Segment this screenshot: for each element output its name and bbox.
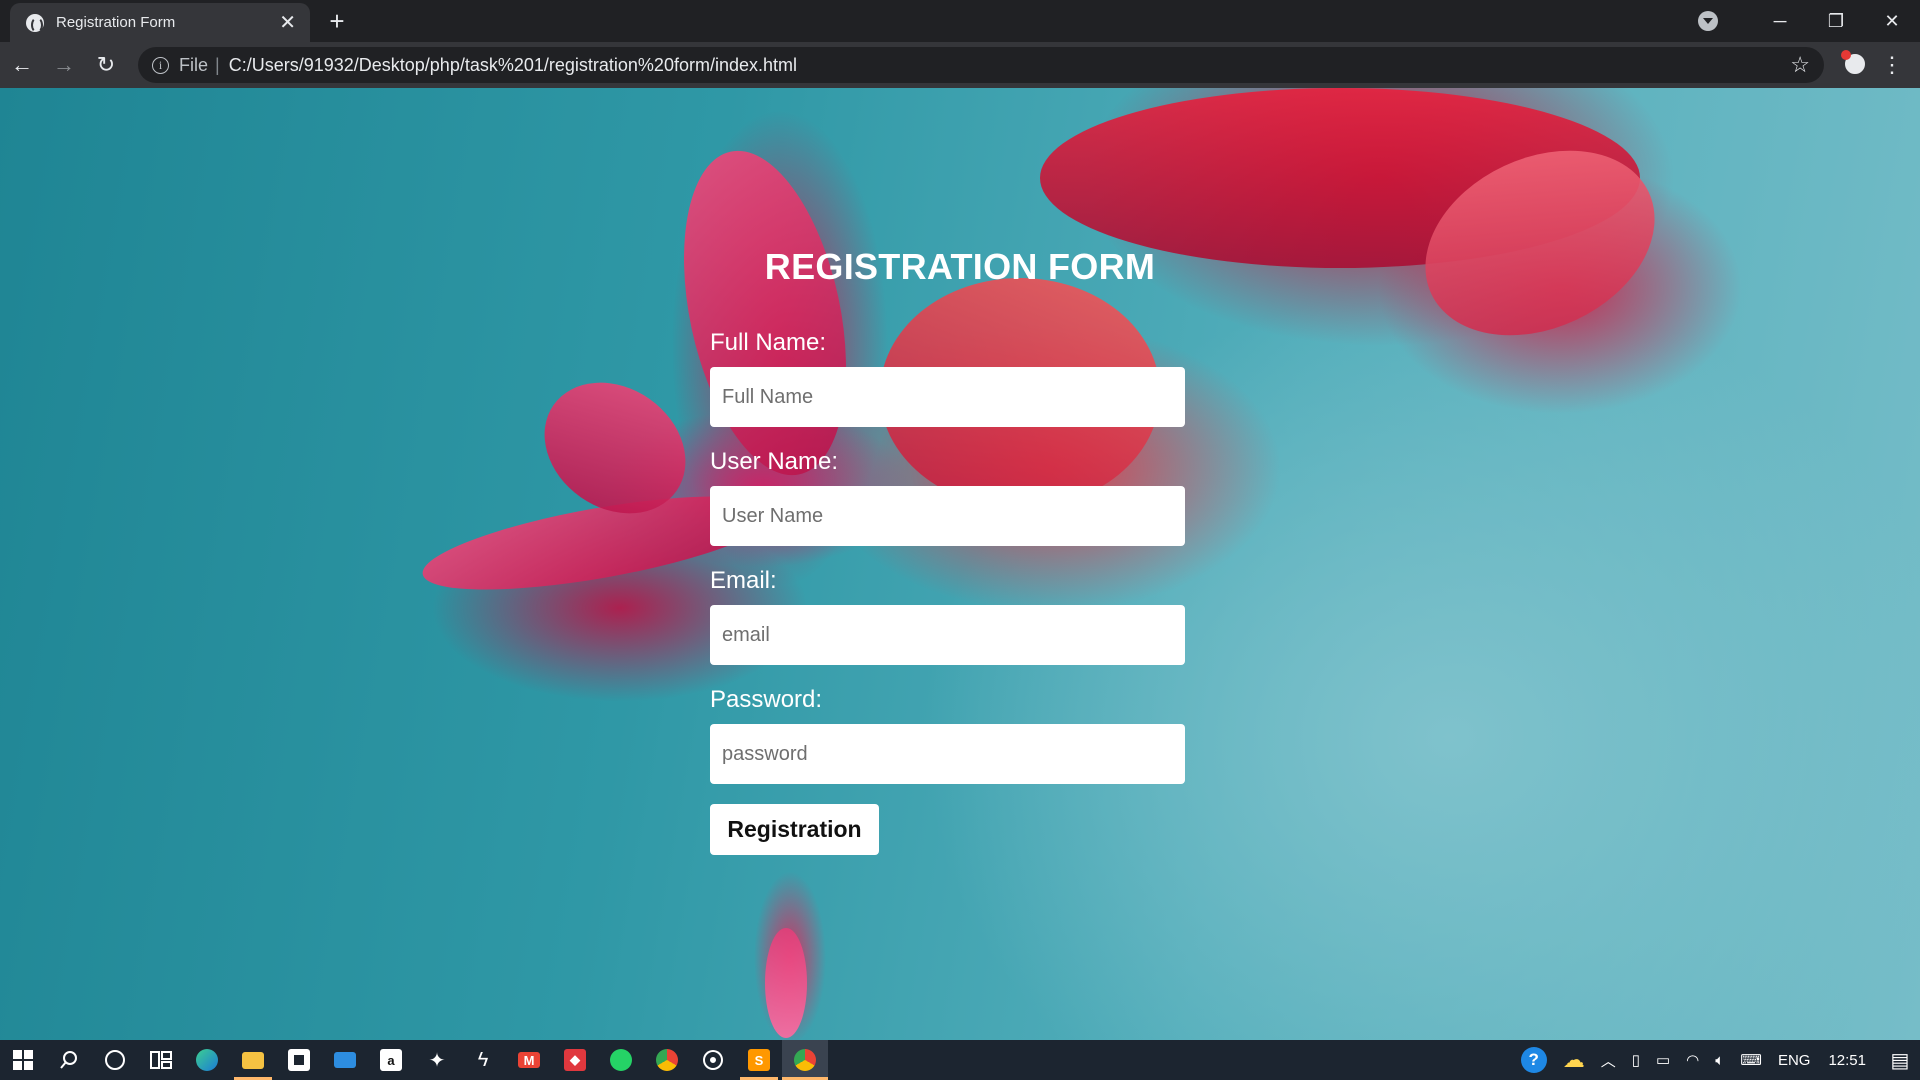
weather-icon[interactable]: ☁ [1563, 1047, 1585, 1073]
clock[interactable]: 12:51 [1828, 1052, 1866, 1069]
file-explorer-icon[interactable] [230, 1040, 276, 1080]
wifi-icon[interactable]: ◠ [1686, 1051, 1699, 1069]
chrome-active-icon[interactable] [782, 1040, 828, 1080]
help-icon[interactable]: ? [1520, 1047, 1547, 1073]
user-name-label: User Name: [710, 448, 839, 475]
volume-icon[interactable]: 🔈︎ [1715, 1052, 1724, 1069]
amazon-icon[interactable]: a [368, 1040, 414, 1080]
extension-icon[interactable] [1841, 50, 1868, 77]
browser-toolbar: ← → ↻ i File | C:/Users/91932/Desktop/ph… [0, 42, 1920, 88]
close-window-button[interactable]: ✕ [1864, 0, 1920, 42]
password-input[interactable] [710, 724, 1185, 784]
dropbox-icon[interactable]: ✦ [414, 1040, 460, 1080]
registration-button[interactable]: Registration [710, 804, 879, 855]
browser-tab[interactable]: Registration Form ✕ [10, 3, 310, 42]
email-label: Email: [710, 567, 777, 594]
full-name-input[interactable] [710, 367, 1185, 427]
notifications-icon[interactable]: ▤ [1880, 1040, 1920, 1080]
minimize-button[interactable]: ─ [1752, 0, 1808, 42]
back-button[interactable]: ← [2, 47, 42, 83]
page-viewport: REGISTRATION FORM Full Name: User Name: … [0, 88, 1920, 1040]
email-input[interactable] [710, 605, 1185, 665]
tab-search-icon[interactable] [1698, 11, 1718, 31]
new-tab-button[interactable]: + [322, 6, 352, 36]
language-indicator[interactable]: ENG [1778, 1052, 1811, 1069]
full-name-label: Full Name: [710, 329, 827, 356]
tab-title: Registration Form [56, 14, 176, 31]
show-hidden-icons-icon[interactable]: ︿ [1601, 1050, 1616, 1071]
forward-button[interactable]: → [44, 47, 84, 83]
anydesk-icon[interactable]: ◆ [552, 1040, 598, 1080]
scheme-label: File [179, 54, 209, 75]
taskbar: a ✦ ϟ M ◆ S ? ☁ ︿ ▯ ▭ ◠ 🔈︎ ⌨ ENG 12:51 ▤ [0, 1040, 1920, 1080]
tab-close-button[interactable]: ✕ [279, 13, 296, 33]
chrome-icon[interactable] [644, 1040, 690, 1080]
info-icon[interactable]: i [152, 56, 169, 74]
url-text[interactable]: C:/Users/91932/Desktop/php/task%201/regi… [229, 55, 797, 76]
store-icon[interactable] [276, 1040, 322, 1080]
keyboard-icon[interactable]: ⌨ [1740, 1051, 1762, 1069]
start-windows-icon[interactable] [0, 1040, 46, 1080]
browser-menu-icon[interactable]: ⋮ [1880, 50, 1904, 80]
omnibox-separator: | [215, 54, 220, 75]
cortana-icon[interactable] [92, 1040, 138, 1080]
flower-petal-decoration [765, 928, 807, 1038]
page-title: REGISTRATION FORM [764, 246, 1156, 287]
window-controls: ─ ❐ ✕ [1698, 0, 1920, 42]
password-label: Password: [710, 686, 823, 713]
registration-form: Full Name: User Name: Email: Password: R… [710, 328, 1185, 855]
bookmark-star-icon[interactable]: ☆ [1790, 52, 1810, 78]
browser-titlebar: Registration Form ✕ + ─ ❐ ✕ [0, 0, 1920, 42]
restore-button[interactable]: ❐ [1808, 0, 1864, 42]
battery-icon[interactable]: ▭ [1656, 1051, 1670, 1069]
edge-browser-icon[interactable] [184, 1040, 230, 1080]
gmail-icon[interactable]: M [506, 1040, 552, 1080]
lightning-app-icon[interactable]: ϟ [460, 1040, 506, 1080]
device-icon[interactable]: ▯ [1632, 1051, 1640, 1069]
whatsapp-icon[interactable] [598, 1040, 644, 1080]
mail-icon[interactable] [322, 1040, 368, 1080]
address-bar[interactable]: i File | C:/Users/91932/Desktop/php/task… [138, 47, 1824, 83]
system-tray: ? ☁ ︿ ▯ ▭ ◠ 🔈︎ ⌨ ENG 12:51 ▤ [1513, 1040, 1920, 1080]
sublime-text-icon[interactable]: S [736, 1040, 782, 1080]
reload-button[interactable]: ↻ [86, 47, 126, 83]
github-icon[interactable] [690, 1040, 736, 1080]
search-icon[interactable] [46, 1040, 92, 1080]
globe-icon [26, 13, 44, 33]
user-name-input[interactable] [710, 486, 1185, 546]
task-view-icon[interactable] [138, 1040, 184, 1080]
